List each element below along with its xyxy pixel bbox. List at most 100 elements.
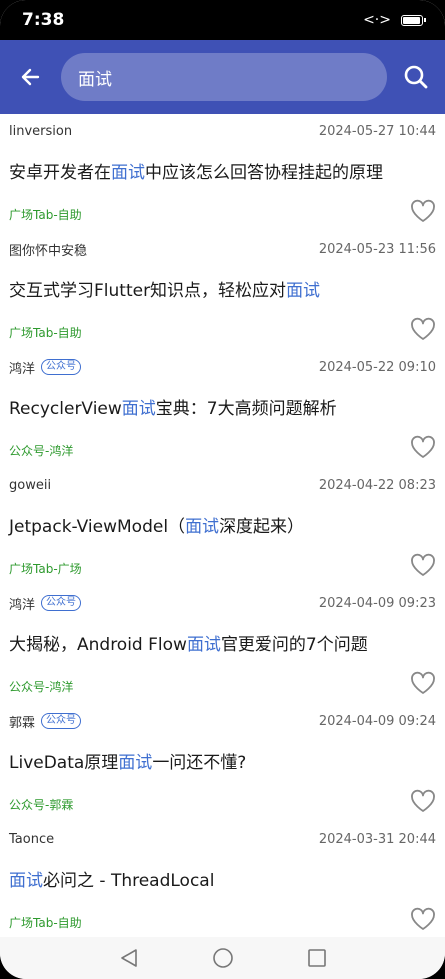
article-item[interactable]: 鸿洋 公众号 2024-04-09 09:23 大揭秘，Android Flow面试官… [0, 586, 445, 704]
like-button[interactable] [410, 435, 436, 459]
author-group: 郭霖 公众号 [9, 712, 82, 731]
author-group: 鸿洋 公众号 [9, 358, 82, 377]
heart-icon [411, 671, 435, 694]
square-recents-icon [307, 949, 326, 967]
status-bar: 7:38 <·> [0, 0, 445, 40]
article-author: goweii [9, 477, 52, 493]
heart-icon [411, 435, 435, 458]
official-account-badge: 公众号 [41, 359, 82, 375]
article-meta: linversion 2024-05-27 10:44 [9, 122, 436, 140]
article-meta: 鸿洋 公众号 2024-04-09 09:23 [9, 594, 436, 613]
title-text: Jetpack-ViewModel（ [9, 517, 186, 537]
author-group: 图你怀中安稳 [9, 240, 87, 259]
article-item[interactable]: linversion 2024-05-27 10:44 安卓开发者在面试中应该怎么回… [0, 114, 445, 232]
article-chapter: 广场Tab-自助 [9, 208, 82, 222]
like-button[interactable] [410, 199, 436, 223]
like-button[interactable] [410, 907, 436, 931]
article-chapter: 广场Tab-自助 [9, 326, 82, 340]
title-text: 深度起来） [219, 517, 305, 537]
article-item[interactable]: 图你怀中安稳 2024-05-23 11:56 交互式学习Flutter知识点，轻松… [0, 232, 445, 350]
title-text: 一问还不懂? [152, 753, 247, 773]
title-highlight: 面试 [111, 163, 145, 183]
article-date: 2024-04-09 09:24 [318, 713, 436, 729]
title-text: LiveData原理 [9, 753, 119, 773]
article-date: 2024-05-27 10:44 [318, 123, 436, 139]
back-arrow-icon [21, 68, 40, 86]
title-text: 宝典：7大高频问题解析 [155, 399, 337, 419]
article-item[interactable]: goweii 2024-04-22 08:23 Jetpack-ViewModel（… [0, 468, 445, 586]
article-chapter: 广场Tab-自助 [9, 916, 82, 930]
circle-home-icon [212, 948, 233, 968]
app-bar [0, 40, 445, 114]
article-date: 2024-04-22 08:23 [318, 477, 436, 493]
article-title: 面试必问之 - ThreadLocal [9, 866, 436, 891]
article-date: 2024-05-23 11:56 [318, 241, 436, 257]
article-chapter: 公众号-鸿洋 [9, 444, 74, 458]
article-title: 大揭秘，Android Flow面试官更爱问的7个问题 [9, 630, 436, 655]
article-chapter: 广场Tab-广场 [9, 562, 82, 576]
status-time: 7:38 [22, 10, 65, 30]
nav-recents-button[interactable] [305, 946, 329, 970]
like-button[interactable] [410, 553, 436, 577]
heart-icon [411, 317, 435, 340]
title-highlight: 面试 [185, 517, 220, 537]
like-button[interactable] [410, 317, 436, 341]
article-date: 2024-04-09 09:23 [318, 595, 436, 611]
search-box[interactable] [61, 53, 387, 101]
heart-icon [411, 907, 435, 930]
article-author: Taonce [9, 831, 55, 847]
title-text: 必问之 - ThreadLocal [43, 871, 215, 891]
author-group: goweii [9, 478, 51, 493]
article-author: 图你怀中安稳 [9, 243, 88, 259]
title-text: RecyclerView [9, 399, 122, 419]
author-group: 鸿洋 公众号 [9, 594, 82, 613]
title-highlight: 面试 [286, 281, 321, 301]
title-text: 安卓开发者在 [9, 163, 111, 183]
article-chapter: 公众号-郭霖 [9, 798, 74, 812]
status-icons: <·> [363, 12, 426, 28]
triangle-back-icon [120, 949, 137, 967]
article-item[interactable]: 郭霖 公众号 2024-04-09 09:24 LiveData原理面试一问还不懂? 公… [0, 704, 445, 822]
official-account-badge: 公众号 [41, 713, 82, 729]
heart-icon [411, 789, 435, 812]
article-title: 安卓开发者在面试中应该怎么回答协程挂起的原理 [9, 158, 436, 183]
like-button[interactable] [410, 789, 436, 813]
article-title: RecyclerView面试宝典：7大高频问题解析 [9, 394, 436, 419]
article-date: 2024-05-22 09:10 [318, 359, 436, 375]
title-text: 中应该怎么回答协程挂起的原理 [145, 163, 383, 183]
title-text: 大揭秘，Android Flow [9, 635, 187, 655]
title-highlight: 面试 [121, 399, 156, 419]
article-meta: 图你怀中安稳 2024-05-23 11:56 [9, 240, 436, 259]
author-group: Taonce [9, 832, 54, 847]
search-icon [404, 65, 428, 89]
article-title: Jetpack-ViewModel（面试深度起来） [9, 512, 436, 537]
author-group: linversion [9, 124, 72, 139]
article-meta: goweii 2024-04-22 08:23 [9, 476, 436, 494]
like-button[interactable] [410, 671, 436, 695]
nav-back-button[interactable] [117, 946, 141, 970]
search-button[interactable] [387, 40, 445, 114]
network-icon: <·> [363, 12, 391, 28]
heart-icon [411, 199, 435, 222]
nav-home-button[interactable] [211, 946, 235, 970]
article-title: LiveData原理面试一问还不懂? [9, 748, 436, 773]
article-date: 2024-03-31 20:44 [318, 831, 436, 847]
article-meta: 鸿洋 公众号 2024-05-22 09:10 [9, 358, 436, 377]
battery-icon [401, 14, 426, 26]
article-meta: 郭霖 公众号 2024-04-09 09:24 [9, 712, 436, 731]
article-item[interactable]: 鸿洋 公众号 2024-05-22 09:10 RecyclerView面试宝典：7大… [0, 350, 445, 468]
phone-screen: 7:38 <·> linversion 2024-05-27 10:44 安卓开发者… [0, 0, 445, 979]
article-item[interactable]: Taonce 2024-03-31 20:44 面试必问之 - ThreadLoca… [0, 822, 445, 940]
heart-icon [411, 553, 435, 576]
article-chapter: 公众号-鸿洋 [9, 680, 74, 694]
official-account-badge: 公众号 [41, 595, 82, 611]
article-meta: Taonce 2024-03-31 20:44 [9, 830, 436, 848]
title-text: 官更爱问的7个问题 [220, 635, 368, 655]
title-highlight: 面试 [186, 635, 221, 655]
system-nav-bar [0, 937, 445, 979]
search-input[interactable] [78, 67, 370, 87]
article-author: 郭霖 [9, 715, 36, 731]
back-button[interactable] [0, 40, 60, 114]
title-highlight: 面试 [9, 871, 43, 891]
article-title: 交互式学习Flutter知识点，轻松应对面试 [9, 276, 436, 301]
